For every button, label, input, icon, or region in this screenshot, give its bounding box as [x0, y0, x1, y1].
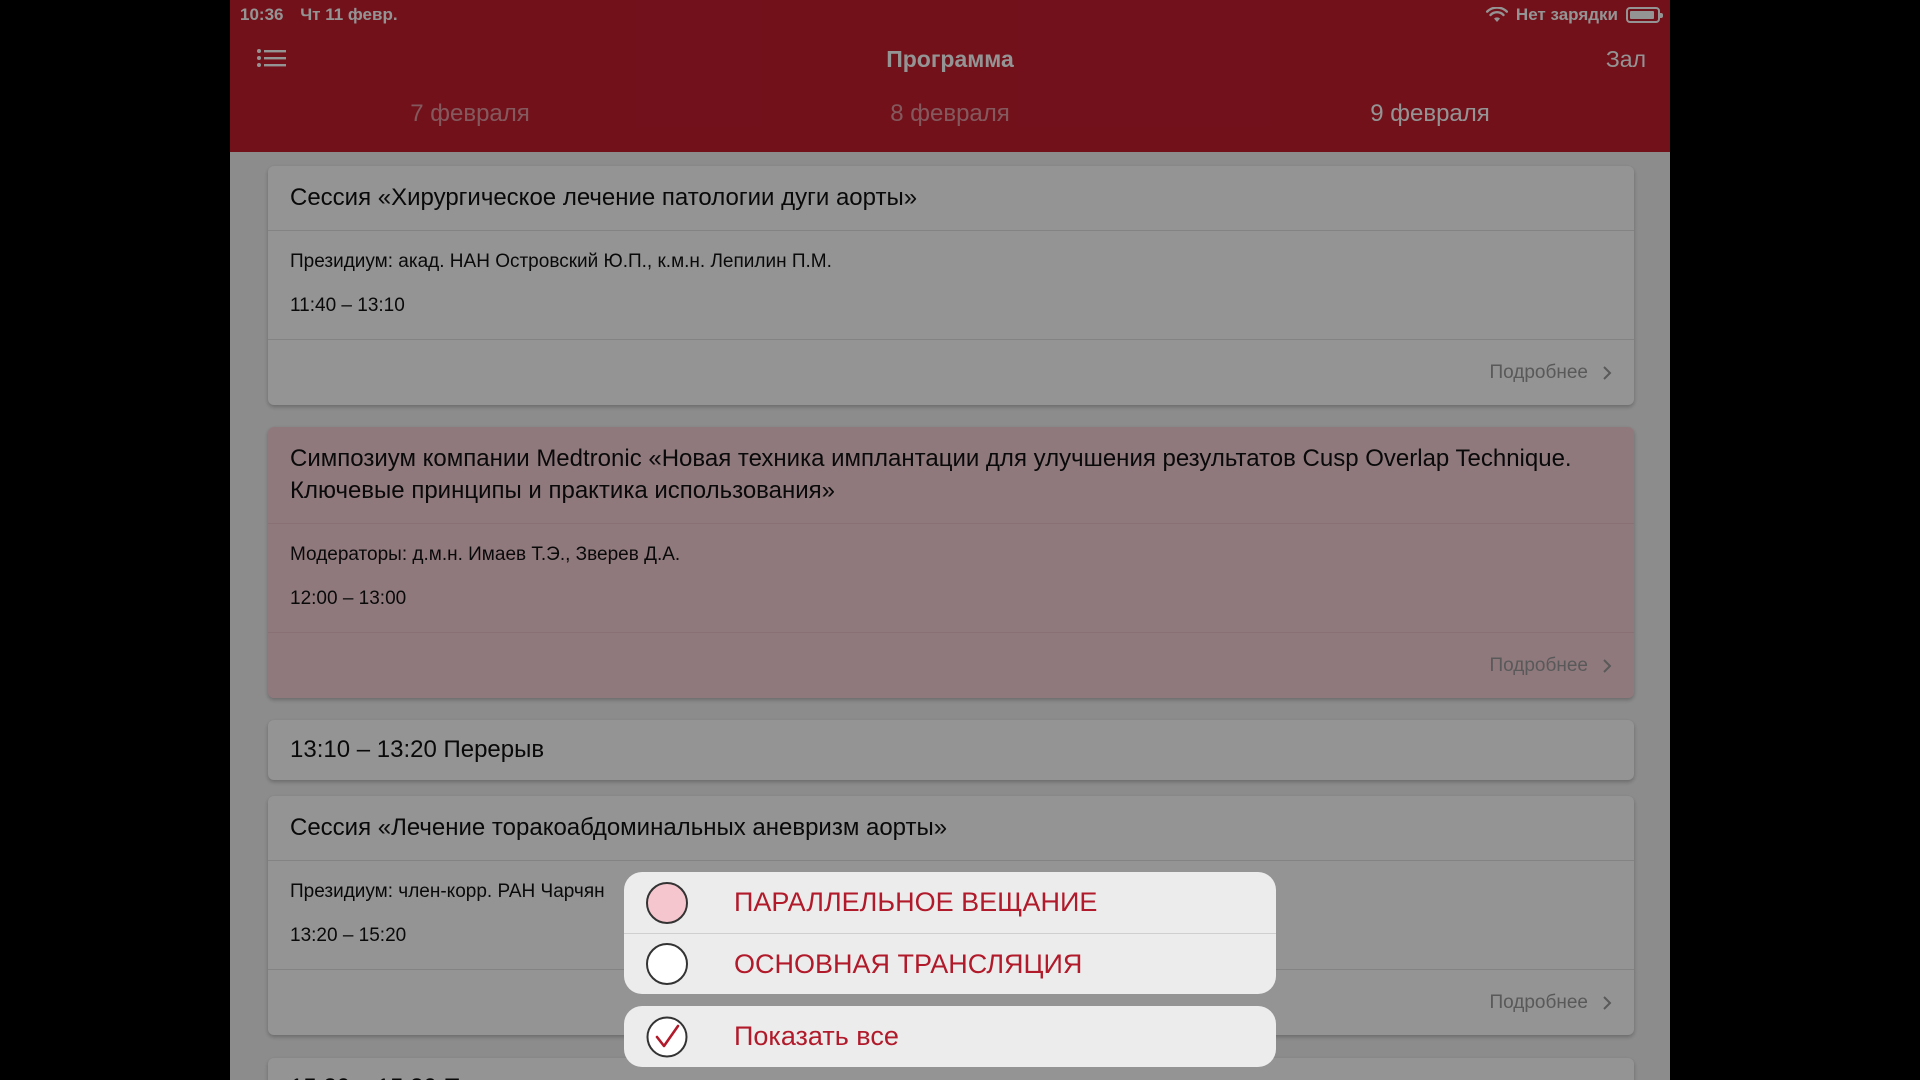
pink-circle-icon [646, 881, 688, 924]
check-circle-icon [646, 1016, 688, 1057]
stream-filter-sheet: ПАРАЛЛЕЛЬНОЕ ВЕЩАНИЕ ОСНОВНАЯ ТРАНСЛЯЦИЯ… [624, 872, 1276, 1067]
app-screen: 10:36 Чт 11 февр. Нет зарядки Программа … [230, 0, 1670, 1080]
option-show-all[interactable]: Показать все [624, 1006, 1276, 1067]
option-parallel-stream[interactable]: ПАРАЛЛЕЛЬНОЕ ВЕЩАНИЕ [624, 872, 1276, 933]
option-main-stream[interactable]: ОСНОВНАЯ ТРАНСЛЯЦИЯ [624, 933, 1276, 994]
option-label: ПАРАЛЛЕЛЬНОЕ ВЕЩАНИЕ [734, 887, 1098, 917]
option-label: ОСНОВНАЯ ТРАНСЛЯЦИЯ [734, 948, 1083, 979]
empty-circle-icon [646, 943, 688, 985]
option-label: Показать все [734, 1021, 899, 1051]
